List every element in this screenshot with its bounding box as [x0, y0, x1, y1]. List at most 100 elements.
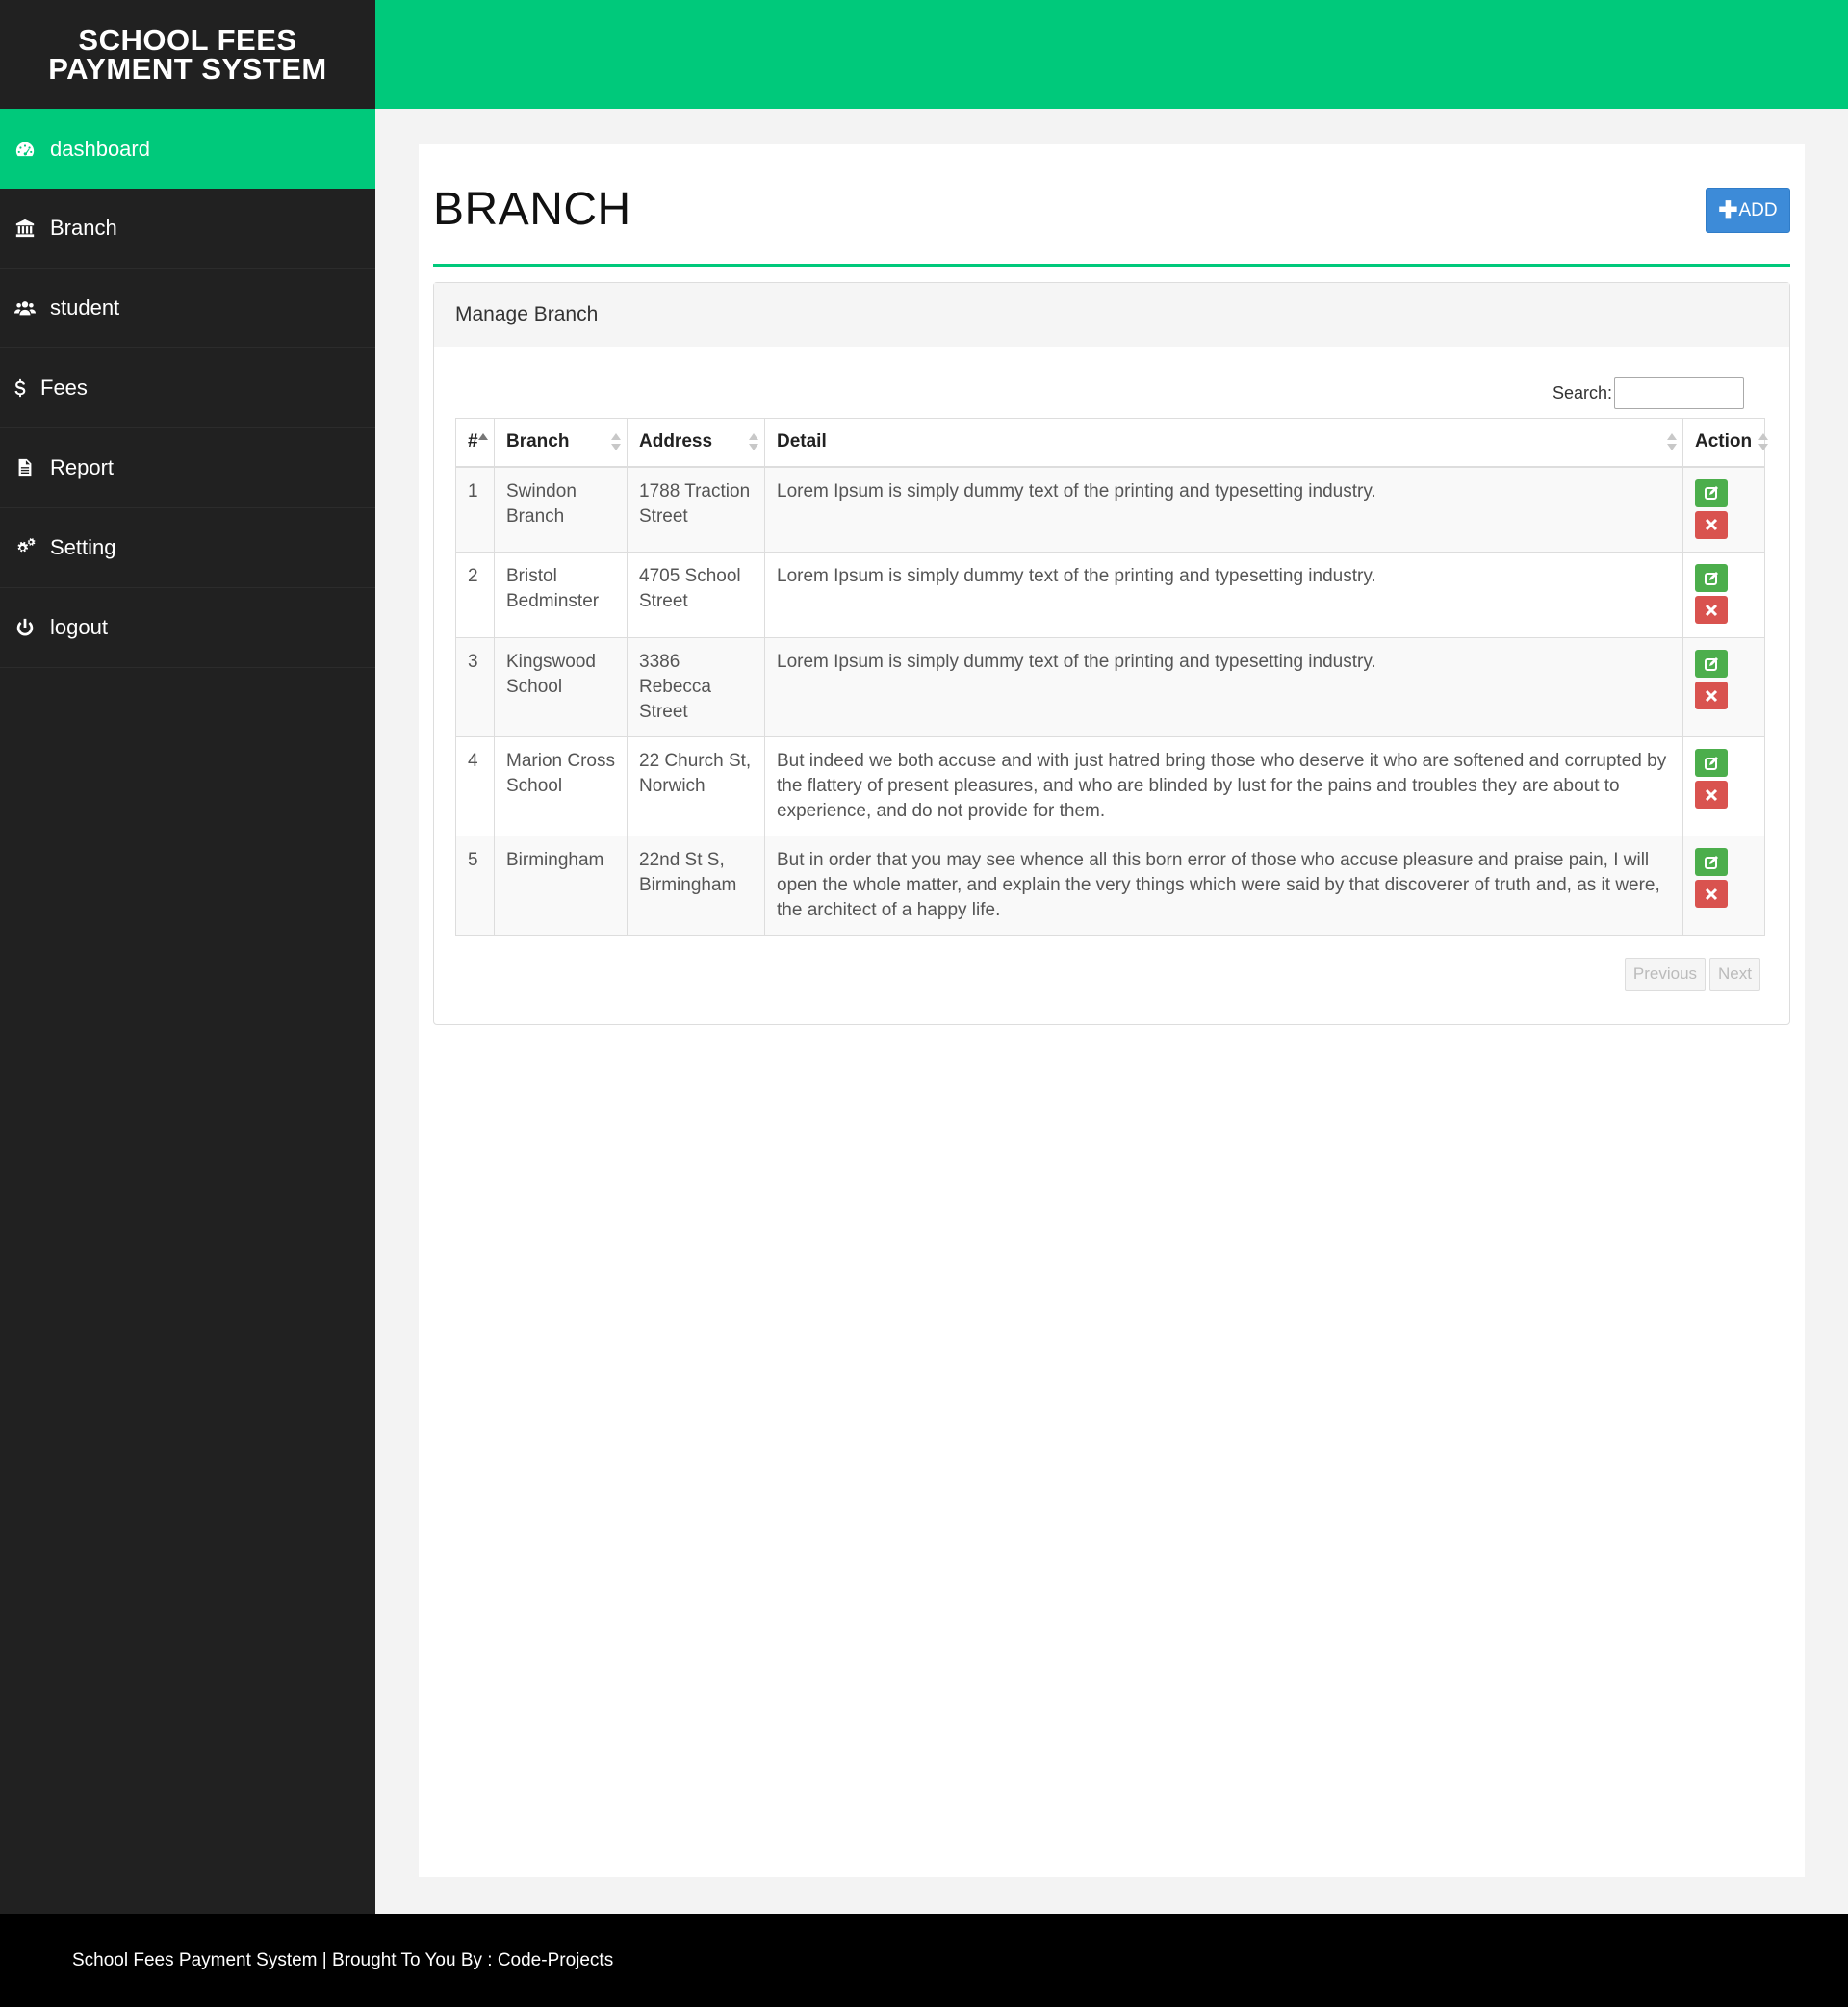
- next-button[interactable]: Next: [1709, 958, 1760, 991]
- previous-button[interactable]: Previous: [1624, 958, 1707, 991]
- sort-icon: [749, 431, 758, 452]
- table-row: 4 Marion Cross School 22 Church St, Norw…: [455, 736, 1765, 836]
- table-header-row: # Branch Address Detail Action: [455, 418, 1768, 468]
- cell-detail: Lorem Ipsum is simply dummy text of the …: [764, 637, 1683, 737]
- edit-button[interactable]: [1695, 564, 1728, 592]
- sidebar-item-label: dashboard: [50, 136, 150, 161]
- cell-number: 1: [455, 466, 495, 553]
- footer-text: School Fees Payment System | Brought To …: [72, 1949, 614, 1970]
- cell-address: 4705 School Street: [627, 552, 765, 638]
- edit-icon: [1705, 571, 1718, 585]
- sort-icon: [1758, 431, 1768, 452]
- app-title: SCHOOL FEES PAYMENT SYSTEM: [0, 0, 375, 109]
- sidebar-item-setting[interactable]: Setting: [0, 508, 375, 588]
- sort-icon: [1667, 431, 1677, 452]
- cell-action: [1682, 552, 1765, 638]
- close-icon: [1705, 518, 1718, 531]
- file-icon: [13, 456, 37, 479]
- cell-branch: Marion Cross School: [494, 736, 628, 836]
- edit-icon: [1705, 486, 1718, 500]
- close-icon: [1705, 689, 1718, 702]
- delete-button[interactable]: [1695, 510, 1728, 539]
- table-row: 3 Kingswood School 3386 Rebecca Street L…: [455, 637, 1765, 737]
- edit-icon: [1705, 656, 1718, 671]
- card-title: Manage Branch: [434, 283, 1789, 347]
- sidebar-item-label: Setting: [50, 535, 116, 559]
- cell-number: 2: [455, 552, 495, 638]
- power-icon: [13, 616, 37, 639]
- app-title-line2: PAYMENT SYSTEM: [48, 51, 327, 86]
- add-button-label: ADD: [1738, 199, 1778, 220]
- footer: School Fees Payment System | Brought To …: [0, 1914, 1848, 2007]
- close-icon: [1705, 788, 1718, 801]
- dollar-icon: [13, 376, 27, 399]
- delete-button[interactable]: [1695, 682, 1728, 709]
- edit-icon: [1705, 756, 1718, 770]
- cell-address: 22 Church St, Norwich: [627, 736, 765, 836]
- column-header-address[interactable]: Address: [627, 418, 765, 468]
- column-header-detail[interactable]: Detail: [764, 418, 1683, 468]
- close-icon: [1705, 888, 1718, 900]
- column-header-action[interactable]: Action: [1682, 418, 1768, 468]
- edit-button[interactable]: [1695, 749, 1728, 777]
- edit-button[interactable]: [1695, 848, 1728, 876]
- cell-action: [1682, 736, 1765, 836]
- cell-action: [1682, 637, 1765, 737]
- delete-button[interactable]: [1695, 880, 1728, 908]
- edit-icon: [1705, 855, 1718, 869]
- manage-branch-card: Manage Branch Search: # Branch Address D…: [433, 282, 1790, 1025]
- cell-address: 3386 Rebecca Street: [627, 637, 765, 737]
- app-title-line1: SCHOOL FEES: [78, 22, 297, 57]
- pagination: Previous Next: [1624, 958, 1760, 991]
- sidebar-item-fees[interactable]: Fees: [0, 348, 375, 428]
- cogs-icon: [13, 536, 37, 559]
- cell-number: 4: [455, 736, 495, 836]
- sidebar-item-label: logout: [50, 615, 108, 639]
- column-header-number[interactable]: #: [455, 418, 495, 468]
- cell-detail: Lorem Ipsum is simply dummy text of the …: [764, 466, 1683, 553]
- edit-button[interactable]: [1695, 478, 1728, 507]
- delete-button[interactable]: [1695, 781, 1728, 809]
- cell-address: 1788 Traction Street: [627, 466, 765, 553]
- cell-branch: Birmingham: [494, 836, 628, 936]
- add-button[interactable]: ✚ ADD: [1706, 188, 1790, 233]
- column-header-branch[interactable]: Branch: [494, 418, 628, 468]
- cell-action: [1682, 466, 1765, 553]
- bank-icon: [13, 217, 37, 240]
- sidebar-item-branch[interactable]: Branch: [0, 189, 375, 269]
- table-row: 5 Birmingham 22nd St S, Birmingham But i…: [455, 836, 1765, 936]
- cell-branch: Bristol Bedminster: [494, 552, 628, 638]
- search-input[interactable]: [1614, 377, 1744, 409]
- cell-number: 3: [455, 637, 495, 737]
- users-icon: [13, 296, 37, 320]
- sidebar-item-logout[interactable]: logout: [0, 588, 375, 668]
- cell-detail: But indeed we both accuse and with just …: [764, 736, 1683, 836]
- delete-button[interactable]: [1695, 596, 1728, 624]
- main-panel: BRANCH ✚ ADD Manage Branch Search: # Bra…: [419, 144, 1805, 1877]
- page-title: BRANCH: [433, 184, 631, 235]
- cell-branch: Swindon Branch: [494, 466, 628, 553]
- branch-table: # Branch Address Detail Action 1 Swindon…: [455, 418, 1768, 936]
- cell-detail: Lorem Ipsum is simply dummy text of the …: [764, 552, 1683, 638]
- sidebar-item-label: Branch: [50, 216, 117, 240]
- sidebar-item-student[interactable]: student: [0, 269, 375, 348]
- sidebar-item-label: Report: [50, 455, 115, 479]
- sidebar-item-dashboard[interactable]: dashboard: [0, 109, 375, 189]
- search-box: Search:: [1553, 377, 1744, 409]
- cell-detail: But in order that you may see whence all…: [764, 836, 1683, 936]
- table-row: 1 Swindon Branch 1788 Traction Street Lo…: [455, 466, 1765, 553]
- cell-number: 5: [455, 836, 495, 936]
- edit-button[interactable]: [1695, 650, 1728, 678]
- sidebar: SCHOOL FEES PAYMENT SYSTEM dashboard Bra…: [0, 0, 375, 1914]
- cell-branch: Kingswood School: [494, 637, 628, 737]
- sidebar-item-label: Fees: [40, 375, 88, 399]
- sort-icon: [611, 431, 621, 452]
- sort-asc-icon: [478, 431, 488, 452]
- top-bar: [375, 0, 1848, 109]
- table-row: 2 Bristol Bedminster 4705 School Street …: [455, 552, 1765, 638]
- cell-action: [1682, 836, 1765, 936]
- plus-icon: ✚: [1718, 197, 1738, 223]
- search-label: Search:: [1552, 383, 1612, 402]
- sidebar-item-report[interactable]: Report: [0, 428, 375, 508]
- close-icon: [1705, 604, 1718, 616]
